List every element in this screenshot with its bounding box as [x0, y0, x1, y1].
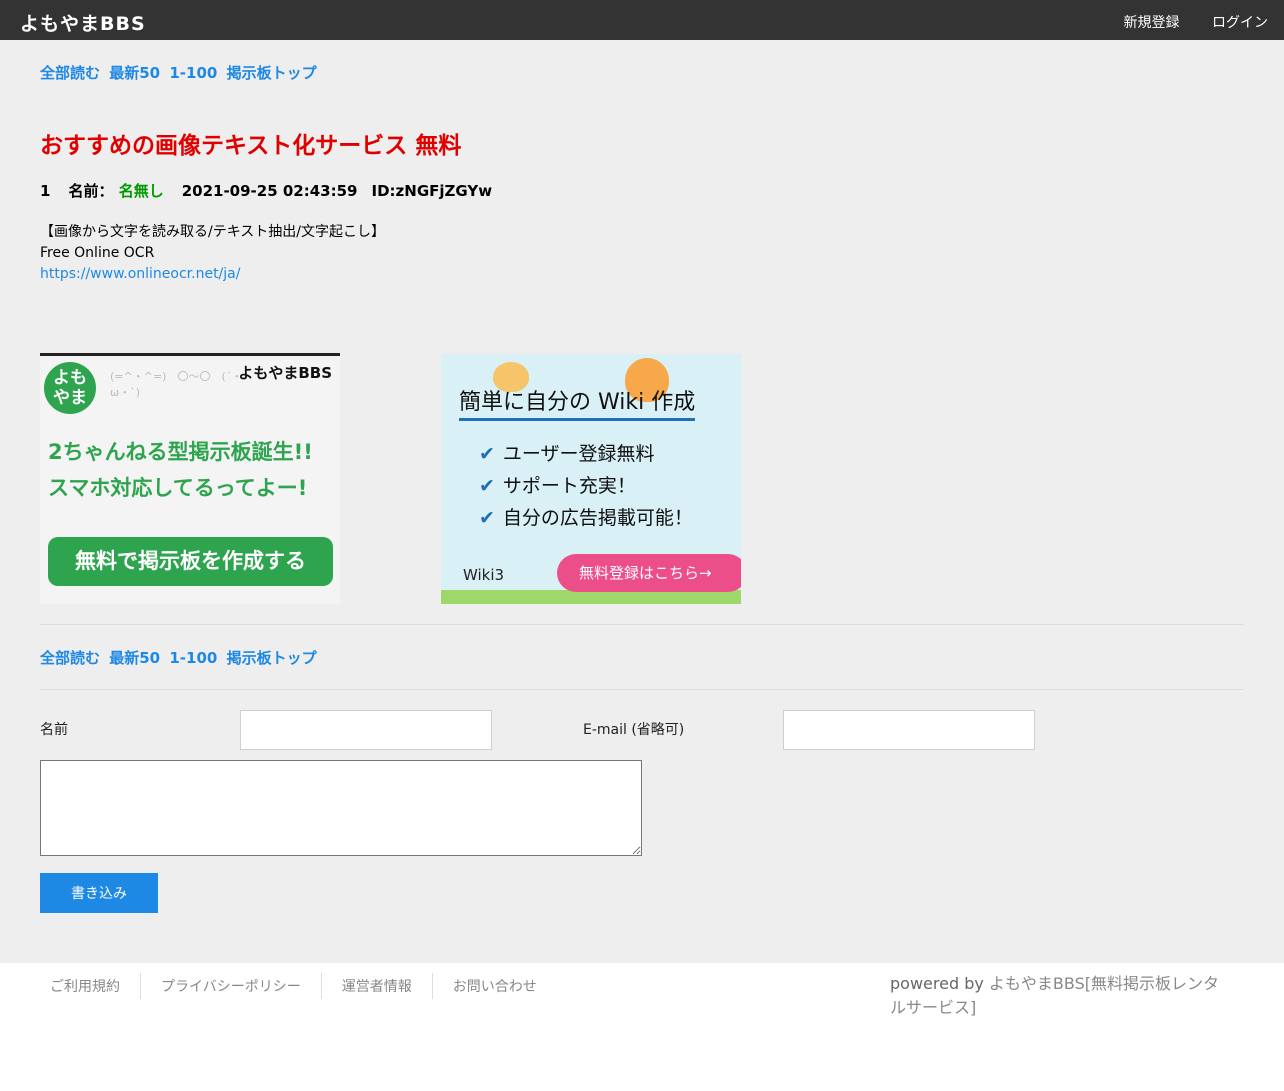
wiki-banner-title: 簡単に自分の Wiki 作成: [459, 384, 696, 421]
post-header: 1 名前： 名無し 2021-09-25 02:43:59 ID:zNGFjZGYw: [40, 180, 492, 201]
post-line: 【画像から文字を読み取る/テキスト抽出/文字起こし】: [40, 224, 386, 240]
post-line: Free Online OCR: [40, 245, 155, 261]
name-label: 名前: [40, 722, 68, 738]
wiki3-brand: Wiki3: [463, 566, 505, 584]
create-board-button[interactable]: 無料で掲示板を作成する: [48, 537, 333, 586]
footer: ご利用規約 プライバシーポリシー 運営者情報 お問い合わせ powered by…: [0, 963, 1284, 1091]
post-author-name: 名無し: [118, 182, 164, 200]
range-link[interactable]: 1-100: [169, 649, 217, 667]
post-name-label: 名前：: [68, 182, 114, 200]
message-textarea[interactable]: [40, 760, 642, 856]
top-bar: よもやまBBS 新規登録 ログイン: [0, 0, 1284, 40]
contact-link[interactable]: お問い合わせ: [433, 973, 557, 999]
register-link[interactable]: 新規登録: [1124, 15, 1180, 31]
banner-headline-line: 2ちゃんねる型掲示板誕生!!: [48, 440, 313, 464]
wiki3-banner[interactable]: 簡単に自分の Wiki 作成 ✔ ユーザー登録無料 ✔ サポート充実！ ✔ 自分の広告…: [441, 354, 741, 604]
post-id[interactable]: ID:zNGFjZGYw: [372, 182, 493, 200]
powered-by: powered by よもやまBBS[無料掲示板レンタルサービス]: [890, 972, 1220, 1020]
grass-decoration: [441, 590, 741, 604]
post-url-link[interactable]: https://www.onlineocr.net/ja/: [40, 264, 385, 285]
checkbox-icon: ✔: [479, 443, 495, 465]
email-input[interactable]: [783, 710, 1035, 750]
wiki-feature-item: ✔ サポート充実！: [479, 475, 636, 497]
post-date: 2021-09-25 02:43:59: [181, 182, 358, 200]
wiki-feature-item: ✔ ユーザー登録無料: [479, 443, 655, 465]
operator-link[interactable]: 運営者情報: [322, 973, 433, 999]
doodle-decoration: (=^・^=) 〇〜〇 (´・ω・`): [110, 370, 243, 399]
footer-links: ご利用規約 プライバシーポリシー 運営者情報 お問い合わせ: [30, 973, 557, 999]
banner-brand: よもやまBBS: [238, 364, 332, 382]
banner-headline: 2ちゃんねる型掲示板誕生!! スマホ対応してるってよー!: [48, 434, 313, 506]
thread-title: おすすめの画像テキスト化サービス 無料: [40, 133, 462, 159]
range-link[interactable]: 1-100: [169, 64, 217, 82]
terms-link[interactable]: ご利用規約: [30, 973, 141, 999]
yomoyama-bbs-banner[interactable]: (=^・^=) 〇〜〇 (´・ω・`) よも やま よもやまBBS 2ちゃんねる…: [40, 353, 340, 604]
submit-button[interactable]: 書き込み: [40, 873, 158, 913]
post-body: 【画像から文字を読み取る/テキスト抽出/文字起こし】 Free Online O…: [40, 222, 385, 285]
thread-nav-top: 全部読む 最新50 1-100 掲示板トップ: [40, 62, 321, 83]
read-all-link[interactable]: 全部読む: [40, 64, 100, 82]
banner-headline-line: スマホ対応してるってよー!: [48, 476, 308, 500]
wiki-register-button[interactable]: 無料登録はこちら→: [557, 554, 741, 592]
top-nav: 新規登録 ログイン: [1096, 12, 1268, 32]
wiki-feature-item: ✔ 自分の広告掲載可能！: [479, 507, 693, 529]
thread-nav-bottom: 全部読む 最新50 1-100 掲示板トップ: [40, 647, 321, 668]
checkbox-icon: ✔: [479, 507, 495, 529]
divider: [40, 689, 1244, 690]
email-label: E-mail (省略可): [583, 722, 685, 738]
post-number: 1: [40, 182, 51, 200]
read-all-link[interactable]: 全部読む: [40, 649, 100, 667]
board-top-link[interactable]: 掲示板トップ: [227, 649, 317, 667]
name-input[interactable]: [240, 710, 492, 750]
wiki-feature-list: ✔ ユーザー登録無料 ✔ サポート充実！ ✔ 自分の広告掲載可能！: [479, 438, 693, 534]
latest50-link[interactable]: 最新50: [109, 64, 160, 82]
privacy-link[interactable]: プライバシーポリシー: [141, 973, 322, 999]
powered-prefix: powered by: [890, 974, 989, 993]
checkbox-icon: ✔: [479, 475, 495, 497]
board-top-link[interactable]: 掲示板トップ: [227, 64, 317, 82]
yomoyama-badge: よも やま: [44, 362, 96, 414]
login-link[interactable]: ログイン: [1212, 15, 1268, 31]
site-logo[interactable]: よもやまBBS: [20, 9, 146, 36]
latest50-link[interactable]: 最新50: [109, 649, 160, 667]
divider: [40, 624, 1244, 625]
